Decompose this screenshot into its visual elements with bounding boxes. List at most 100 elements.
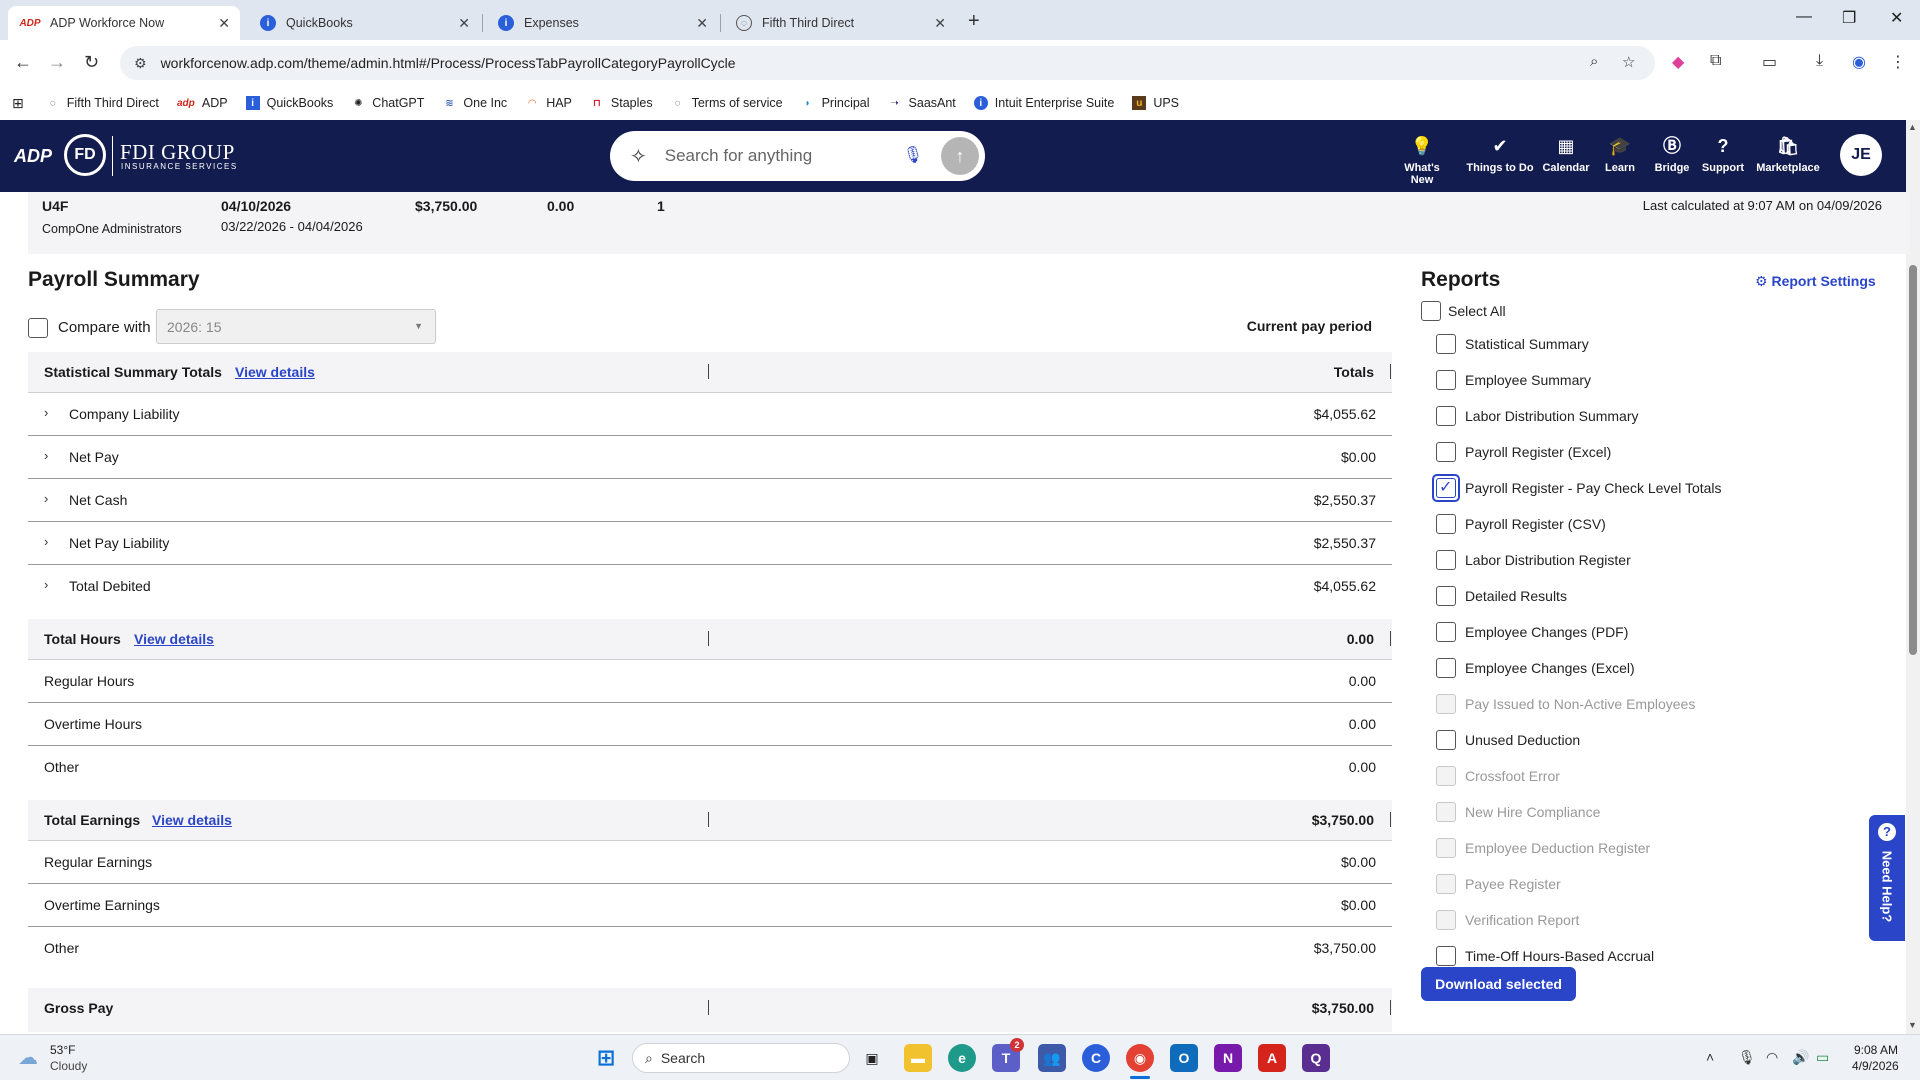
select-all-checkbox[interactable] — [1421, 301, 1441, 321]
profile-icon[interactable]: ◉ — [1852, 52, 1866, 72]
tab-fifth-third-direct[interactable]: ◌ Fifth Third Direct ✕ — [724, 6, 956, 40]
close-tab-icon[interactable]: ✕ — [218, 15, 230, 32]
back-icon[interactable]: ← — [14, 52, 32, 73]
compare-checkbox[interactable] — [28, 318, 48, 338]
bookmark-staples[interactable]: ⊓ Staples — [590, 96, 653, 110]
edge-icon[interactable]: e — [948, 1044, 976, 1072]
chevron-up-icon[interactable]: ˄ — [1706, 1049, 1714, 1065]
nav-support[interactable]: ? Support — [1698, 134, 1748, 174]
table-row[interactable]: › Total Debited $4,055.62 — [28, 565, 1392, 608]
report-checkbox[interactable] — [1436, 442, 1456, 462]
app-icon[interactable]: Q — [1302, 1044, 1330, 1072]
extension-icon[interactable]: ◆ — [1672, 52, 1684, 72]
weather-desc[interactable]: Cloudy — [50, 1059, 87, 1073]
chevron-right-icon[interactable]: › — [44, 534, 48, 549]
new-tab-icon[interactable]: + — [968, 10, 980, 33]
extensions-puzzle-icon[interactable]: ⧉ — [1710, 52, 1721, 70]
nav-marketplace[interactable]: 🛍 Marketplace — [1750, 134, 1826, 174]
report-checkbox[interactable] — [1436, 406, 1456, 426]
global-search[interactable]: ✧ Search for anything 🎙 ↑ — [610, 131, 985, 181]
bookmark-ups[interactable]: u UPS — [1132, 96, 1179, 110]
file-explorer-icon[interactable]: ▬ — [904, 1044, 932, 1072]
nav-calendar[interactable]: ▦ Calendar — [1540, 134, 1592, 174]
bookmark-adp[interactable]: adp ADP — [177, 96, 228, 110]
nav-learn[interactable]: 🎓 Learn — [1596, 134, 1644, 174]
report-checkbox[interactable] — [1436, 370, 1456, 390]
report-checkbox-checked[interactable] — [1436, 477, 1456, 498]
compare-period-select[interactable]: 2026: 15 ▼ — [156, 309, 436, 344]
close-tab-icon[interactable]: ✕ — [458, 15, 470, 32]
acrobat-icon[interactable]: A — [1258, 1044, 1286, 1072]
url-bar[interactable]: ⚙ workforcenow.adp.com/theme/admin.html#… — [120, 46, 1655, 80]
site-info-icon[interactable]: ⚙ — [134, 55, 147, 72]
volume-icon[interactable]: 🔊 — [1792, 1049, 1809, 1066]
wifi-icon[interactable]: ◠ — [1766, 1049, 1778, 1066]
outlook-icon[interactable]: O — [1170, 1044, 1198, 1072]
nav-things-to-do[interactable]: ✔ Things to Do — [1466, 134, 1534, 174]
report-checkbox[interactable] — [1436, 334, 1456, 354]
view-details-link[interactable]: View details — [235, 364, 315, 380]
chevron-right-icon[interactable]: › — [44, 577, 48, 592]
table-row[interactable]: › Net Pay Liability $2,550.37 — [28, 522, 1392, 565]
adp-logo[interactable]: ADP — [14, 146, 52, 167]
report-checkbox[interactable] — [1436, 514, 1456, 534]
report-checkbox[interactable] — [1436, 550, 1456, 570]
bookmark-principal[interactable]: ◗ Principal — [801, 96, 870, 110]
tab-adp-workforce-now[interactable]: ADP ADP Workforce Now ✕ — [8, 6, 240, 40]
scroll-up-icon[interactable]: ▲ — [1908, 122, 1917, 132]
close-tab-icon[interactable]: ✕ — [696, 15, 708, 32]
report-checkbox[interactable] — [1436, 586, 1456, 606]
page-scrollbar[interactable]: ▲ ▼ — [1906, 120, 1920, 1034]
bookmark-hap[interactable]: ◠ HAP — [525, 96, 572, 110]
chrome-icon[interactable]: ◉ — [1126, 1044, 1154, 1072]
nav-bridge[interactable]: Ⓑ Bridge — [1648, 134, 1696, 174]
cloud-weather-icon[interactable]: ☁ — [18, 1045, 38, 1070]
report-checkbox[interactable] — [1436, 658, 1456, 678]
view-details-link[interactable]: View details — [134, 631, 214, 647]
clock-date[interactable]: 4/9/2026 — [1852, 1059, 1899, 1073]
bookmark-terms-of-service[interactable]: ◌ Terms of service — [671, 96, 783, 110]
download-selected-button[interactable]: Download selected — [1421, 967, 1576, 1001]
chevron-right-icon[interactable]: › — [44, 448, 48, 463]
minimize-icon[interactable]: — — [1796, 8, 1812, 26]
avatar[interactable]: JE — [1840, 134, 1882, 176]
tab-search-icon[interactable]: ▭ — [1762, 52, 1777, 72]
report-checkbox[interactable] — [1436, 946, 1456, 966]
bookmark-fifth-third-direct[interactable]: ◌ Fifth Third Direct — [46, 96, 159, 110]
table-row[interactable]: › Company Liability $4,055.62 — [28, 393, 1392, 436]
close-tab-icon[interactable]: ✕ — [934, 15, 946, 32]
search-input[interactable]: Search for anything — [665, 146, 812, 166]
close-window-icon[interactable]: ✕ — [1890, 8, 1903, 28]
bookmark-star-icon[interactable]: ☆ — [1622, 53, 1635, 71]
apps-grid-icon[interactable]: ⊞ — [12, 95, 24, 112]
chevron-right-icon[interactable]: › — [44, 405, 48, 420]
battery-icon[interactable]: ▭ — [1816, 1049, 1829, 1066]
people-app-icon[interactable]: 👥 — [1038, 1044, 1066, 1072]
windows-start-icon[interactable]: ⊞ — [592, 1044, 620, 1072]
nav-whats-new[interactable]: 💡 What's New — [1392, 134, 1452, 186]
table-row[interactable]: › Net Cash $2,550.37 — [28, 479, 1392, 522]
clock-time[interactable]: 9:08 AM — [1854, 1043, 1898, 1057]
url-text[interactable]: workforcenow.adp.com/theme/admin.html#/P… — [161, 55, 736, 71]
bookmark-one-inc[interactable]: ≋ One Inc — [442, 96, 507, 110]
bookmark-intuit-enterprise-suite[interactable]: i Intuit Enterprise Suite — [973, 96, 1114, 110]
scroll-down-icon[interactable]: ▼ — [1908, 1020, 1917, 1030]
view-details-link[interactable]: View details — [152, 812, 232, 828]
report-checkbox[interactable] — [1436, 622, 1456, 642]
teams-icon[interactable]: T 2 — [992, 1038, 1024, 1072]
copilot-icon[interactable]: C — [1082, 1044, 1110, 1072]
bookmark-saasant[interactable]: ➝ SaasAnt — [888, 96, 955, 110]
table-row[interactable]: › Net Pay $0.00 — [28, 436, 1392, 479]
report-checkbox[interactable] — [1436, 730, 1456, 750]
report-settings-link[interactable]: ⚙ Report Settings — [1755, 273, 1876, 290]
reload-icon[interactable]: ↻ — [84, 52, 99, 73]
tab-expenses[interactable]: i Expenses ✕ — [486, 6, 718, 40]
scrollbar-thumb[interactable] — [1909, 265, 1917, 655]
bookmark-chatgpt[interactable]: ✺ ChatGPT — [351, 96, 424, 110]
restore-icon[interactable]: ❐ — [1842, 8, 1856, 28]
tab-quickbooks[interactable]: i QuickBooks ✕ — [248, 6, 480, 40]
weather-temp[interactable]: 53°F — [50, 1043, 75, 1057]
search-submit-button[interactable]: ↑ — [941, 137, 979, 175]
bookmark-quickbooks[interactable]: i QuickBooks — [245, 96, 333, 110]
need-help-tab[interactable]: ? Need Help? — [1869, 815, 1905, 941]
